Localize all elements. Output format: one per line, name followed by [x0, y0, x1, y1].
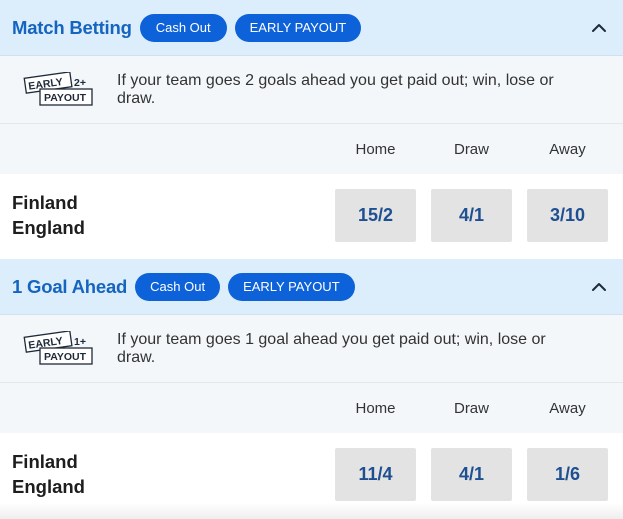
badge-goals: 2+: [74, 77, 86, 89]
early-payout-badge[interactable]: EARLY PAYOUT: [234, 13, 362, 42]
teams: Finland England: [12, 449, 85, 499]
badge-line2: PAYOUT: [44, 92, 87, 104]
cash-out-badge[interactable]: Cash Out: [139, 13, 227, 42]
market-title: Match Betting: [12, 16, 132, 38]
early-payout-badge-icon: EARLY 1+ PAYOUT: [23, 330, 93, 365]
market-info: EARLY 2+ PAYOUT If your team goes 2 goal…: [0, 56, 623, 124]
odds-column-headers: Home Draw Away: [0, 383, 623, 433]
column-home: Home: [355, 141, 396, 158]
market-description: If your team goes 2 goals ahead you get …: [117, 71, 554, 107]
market-title: 1 Goal Ahead: [12, 275, 128, 297]
home-team: Finland: [12, 192, 78, 213]
home-team: Finland: [12, 451, 78, 472]
column-away: Away: [549, 141, 586, 158]
chevron-up-icon[interactable]: [589, 277, 609, 297]
column-draw: Draw: [453, 141, 489, 158]
odds-button-away[interactable]: 1/6: [527, 448, 608, 501]
column-away: Away: [549, 400, 586, 417]
market-info: EARLY 1+ PAYOUT If your team goes 1 goal…: [0, 315, 623, 383]
early-payout-badge[interactable]: EARLY PAYOUT: [228, 272, 355, 301]
away-team: England: [12, 476, 85, 497]
odds-button-away[interactable]: 3/10: [527, 189, 608, 242]
early-payout-badge-icon: EARLY 2+ PAYOUT: [23, 71, 93, 106]
column-home: Home: [355, 400, 396, 417]
market-description: If your team goes 1 goal ahead you get p…: [117, 330, 546, 366]
chevron-up-icon[interactable]: [589, 18, 609, 38]
market-header[interactable]: 1 Goal Ahead Cash Out EARLY PAYOUT: [0, 259, 623, 315]
event-row: Finland England 15/2 4/1 3/10: [0, 174, 623, 258]
odds-button-draw[interactable]: 4/1: [431, 189, 512, 242]
odds-button-home[interactable]: 15/2: [335, 189, 416, 242]
odds-button-home[interactable]: 11/4: [335, 448, 416, 501]
badge-line2: PAYOUT: [44, 351, 87, 363]
market-1-goal-ahead: 1 Goal Ahead Cash Out EARLY PAYOUT EARLY…: [0, 259, 623, 517]
market-header[interactable]: Match Betting Cash Out EARLY PAYOUT: [0, 0, 623, 56]
away-team: England: [12, 217, 85, 238]
column-draw: Draw: [453, 400, 489, 417]
odds-column-headers: Home Draw Away: [0, 124, 623, 174]
market-match-betting: Match Betting Cash Out EARLY PAYOUT EARL…: [0, 0, 623, 258]
badge-goals: 1+: [74, 336, 86, 348]
cash-out-badge[interactable]: Cash Out: [135, 272, 221, 301]
teams: Finland England: [12, 190, 85, 240]
bottom-fade: [0, 503, 623, 519]
odds-button-draw[interactable]: 4/1: [431, 448, 512, 501]
